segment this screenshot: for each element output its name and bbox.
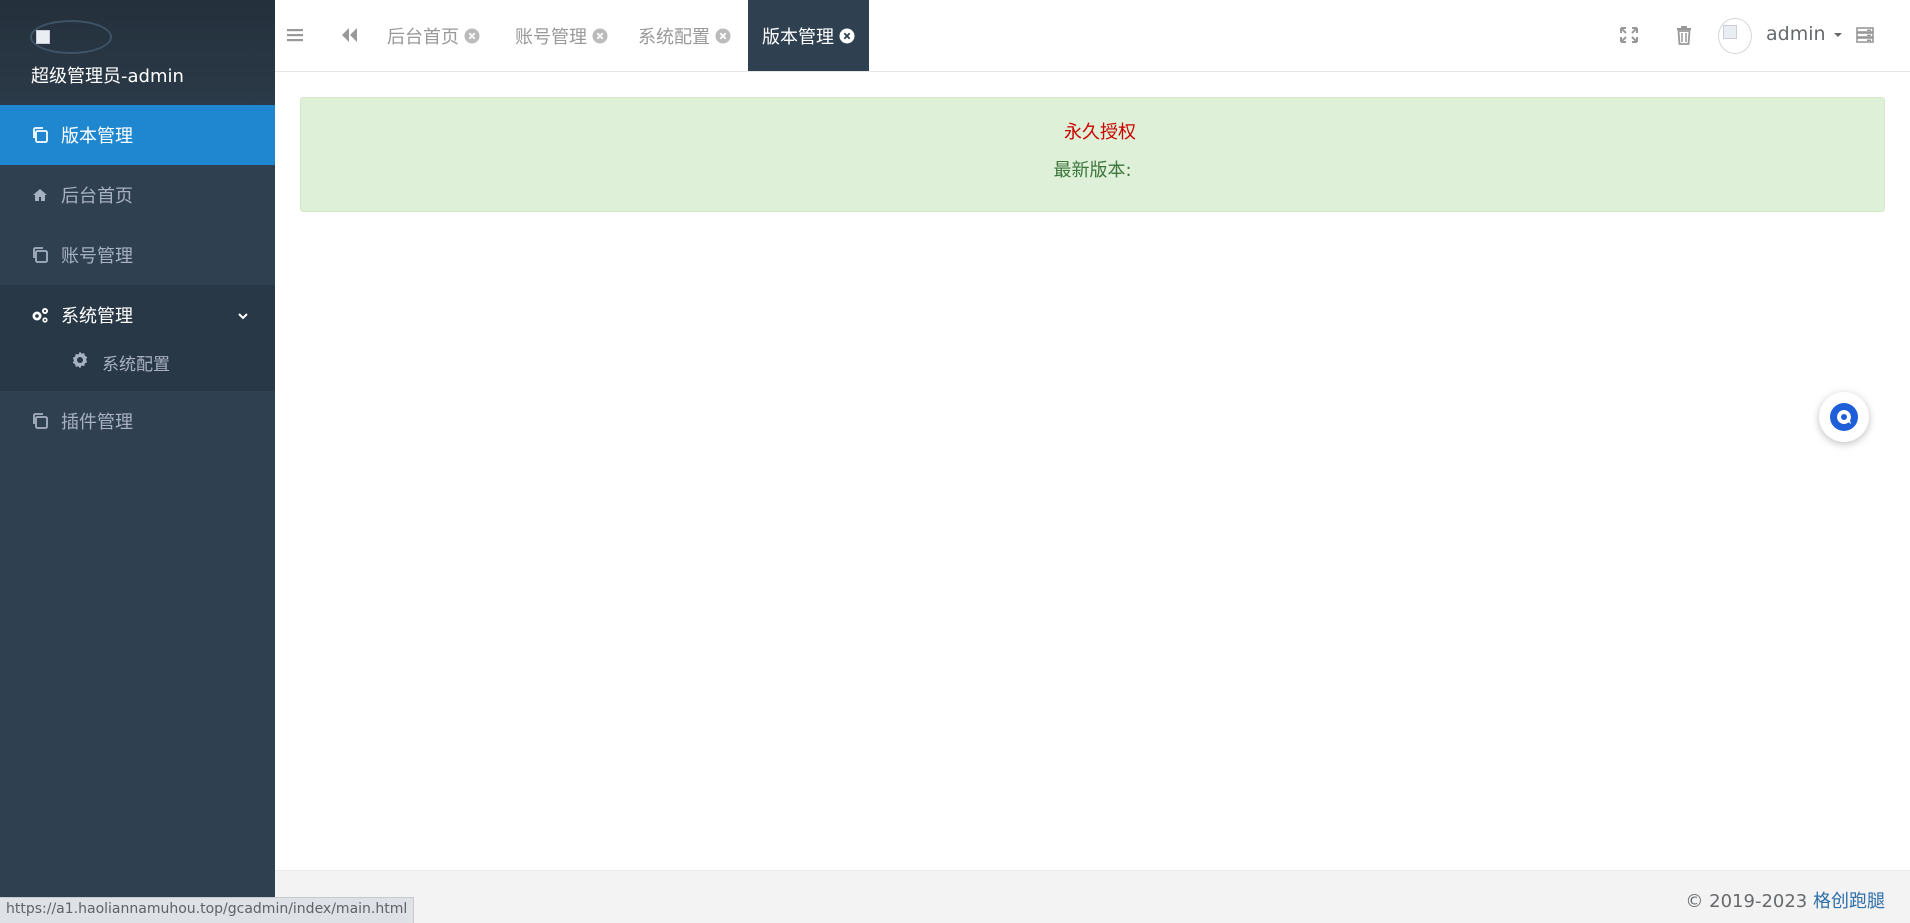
- trash-icon[interactable]: [1675, 24, 1693, 50]
- user-name: 超级管理员-admin: [31, 66, 184, 87]
- copyright: © 2019-2023 格创跑腿: [1685, 887, 1885, 913]
- tab-label: 账号管理: [515, 26, 587, 48]
- close-icon[interactable]: [715, 28, 731, 44]
- tab-accounts[interactable]: 账号管理: [515, 0, 608, 71]
- sidebar-item-home[interactable]: 后台首页: [0, 165, 275, 225]
- sidebar-header: image 超级管理员-admin: [0, 0, 275, 105]
- fullscreen-icon[interactable]: [1619, 24, 1639, 50]
- tab-system-config[interactable]: 系统配置: [638, 0, 731, 71]
- tab-label: 版本管理: [762, 26, 834, 48]
- copy-icon: [30, 245, 50, 265]
- home-icon: [30, 185, 50, 205]
- sidebar-item-label: 版本管理: [61, 126, 133, 147]
- chat-icon: [1830, 403, 1858, 431]
- user-menu[interactable]: admin: [1766, 23, 1844, 45]
- chat-float-button[interactable]: [1819, 392, 1869, 442]
- logo: image: [30, 20, 112, 54]
- tab-version[interactable]: 版本管理: [748, 0, 869, 71]
- topbar: 后台首页 账号管理 系统配置 版本管理 admin: [275, 0, 1910, 72]
- close-icon[interactable]: [592, 28, 608, 44]
- copyright-text: © 2019-2023: [1685, 891, 1808, 912]
- close-icon[interactable]: [464, 28, 480, 44]
- caret-down-icon: [1833, 33, 1842, 37]
- cogs-icon: [30, 305, 50, 325]
- license-status: 永久授权: [1064, 122, 1136, 143]
- sidebar-item-label: 后台首页: [61, 186, 133, 207]
- brand-link[interactable]: 格创跑腿: [1813, 891, 1885, 912]
- sidebar-item-label: 系统管理: [61, 306, 133, 327]
- latest-version-label: 最新版本:: [1053, 160, 1132, 181]
- sidebar-item-accounts[interactable]: 账号管理: [0, 225, 275, 285]
- settings-panel-icon[interactable]: [1855, 24, 1875, 50]
- user-menu-label: admin: [1766, 23, 1826, 45]
- tab-label: 后台首页: [387, 26, 459, 48]
- tabs-scroll-left-icon[interactable]: [340, 24, 360, 50]
- chevron-down-icon: [237, 306, 249, 327]
- gear-icon: [70, 350, 90, 375]
- avatar[interactable]: [1718, 18, 1752, 54]
- sidebar: image 超级管理员-admin 版本管理 后台首页 账号管理 系统管理: [0, 0, 275, 923]
- license-alert: 永久授权 最新版本:: [300, 97, 1885, 212]
- status-bar-url: https://a1.haoliannamuhou.top/gcadmin/in…: [0, 897, 415, 923]
- copy-icon: [30, 411, 50, 431]
- broken-image-icon: [1723, 25, 1737, 39]
- sidebar-item-plugins[interactable]: 插件管理: [0, 391, 275, 451]
- sidebar-item-version[interactable]: 版本管理: [0, 105, 275, 165]
- broken-image-icon: [36, 30, 50, 44]
- sidebar-subitem-system-config[interactable]: 系统配置: [0, 345, 275, 391]
- copy-icon: [30, 125, 50, 145]
- tab-home[interactable]: 后台首页: [387, 0, 480, 71]
- sidebar-item-label: 账号管理: [61, 246, 133, 267]
- footer: © 2019-2023 格创跑腿: [275, 870, 1910, 923]
- main-content: 永久授权 最新版本:: [275, 72, 1910, 870]
- sidebar-subitem-label: 系统配置: [102, 354, 170, 375]
- sidebar-group-system: 系统管理 系统配置: [0, 285, 275, 391]
- sidebar-item-label: 插件管理: [61, 412, 133, 433]
- close-icon[interactable]: [839, 28, 855, 44]
- menu-toggle-icon[interactable]: [286, 24, 304, 50]
- sidebar-item-system[interactable]: 系统管理: [0, 285, 275, 345]
- tab-label: 系统配置: [638, 26, 710, 48]
